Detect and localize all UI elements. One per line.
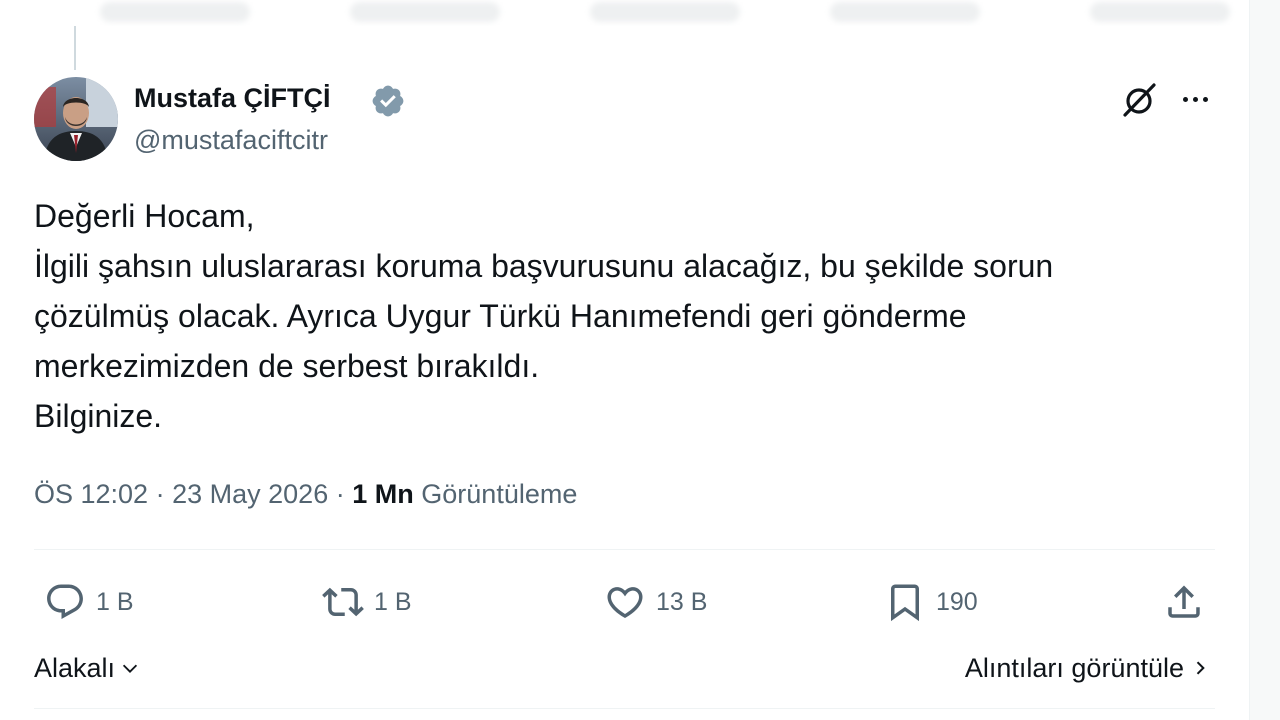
share-icon [1168,585,1200,618]
like-count: 13 B [656,587,708,616]
tweet-text-line: çözülmüş olacak. Ayrıca Uygur Türkü Hanı… [34,298,967,334]
verified-badge-icon[interactable] [370,83,406,119]
quotes-label: Alıntıları görüntüle [964,653,1184,683]
repost-count: 1 B [374,587,412,616]
repost-icon [322,587,364,617]
chevron-down-icon [122,664,138,673]
reply-count: 1 B [96,587,134,616]
bookmark-count: 190 [936,587,978,616]
share-button[interactable] [1163,580,1205,624]
author-handle[interactable]: @mustafaciftcitr [134,122,328,158]
tweet-text: Değerli Hocam, İlgili şahsın uluslararas… [34,191,1214,441]
like-button[interactable]: 13 B [604,580,707,624]
bookmark-button[interactable]: 190 [884,580,978,624]
related-toggle[interactable]: Alakalı [34,648,141,688]
avatar[interactable] [34,77,118,161]
repost-button[interactable]: 1 B [322,580,412,624]
divider [34,708,1215,709]
meta-separator: · [335,479,345,509]
meta-separator: · [155,479,165,509]
tweet-date[interactable]: 23 May 2026 [172,479,328,509]
tweet-time[interactable]: ÖS 12:02 [34,479,148,509]
more-icon[interactable] [1176,82,1214,116]
heart-icon [607,587,643,619]
tweet-text-line: İlgili şahsın uluslararası koruma başvur… [34,248,1054,284]
right-sidebar-edge [1249,0,1280,720]
reply-button[interactable]: 1 B [44,580,134,624]
view-quotes-link[interactable]: Alıntıları görüntüle [965,648,1210,688]
previous-content-blur [0,0,1250,26]
thread-connector-line [74,26,76,70]
related-label: Alakalı [34,653,116,683]
bookmark-icon [891,584,919,622]
grok-icon[interactable] [1120,81,1158,119]
divider [34,549,1215,550]
tweet-text-line: Değerli Hocam, [34,198,255,234]
author-name[interactable]: Mustafa ÇİFTÇİ [134,80,331,116]
views-label: Görüntüleme [421,479,578,509]
tweet-meta: ÖS 12:02 · 23 May 2026 · 1 Mn Görüntülem… [34,474,577,514]
tweet-text-line: merkezimizden de serbest bırakıldı. [34,348,540,384]
views-count: 1 Mn [352,479,414,509]
reply-icon [47,584,83,619]
tweet-text-line: Bilginize. [34,398,163,434]
chevron-right-icon [1196,661,1205,675]
